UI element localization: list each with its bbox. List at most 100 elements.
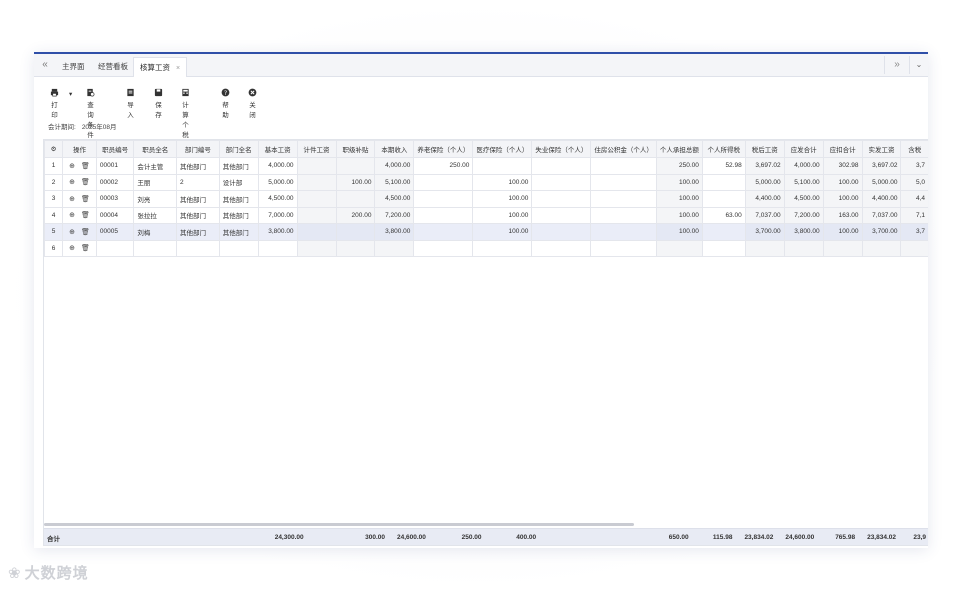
cell-dept-no[interactable]: 其他部门 (176, 206, 220, 224)
cell-actual[interactable] (861, 239, 902, 257)
cell-housing[interactable] (590, 223, 657, 241)
cell-tax[interactable] (701, 173, 746, 191)
cell-payable[interactable]: 7,200.00 (783, 206, 824, 224)
col-pension[interactable]: 养老保险（个人） (413, 140, 474, 158)
cell-allow[interactable]: 100.00 (335, 173, 376, 191)
col-tax-incl[interactable]: 含税 (900, 140, 928, 158)
cell-base[interactable] (257, 239, 298, 257)
cell-after-tax[interactable] (744, 239, 785, 257)
cell-housing[interactable] (590, 239, 657, 257)
cell-unemp[interactable] (531, 157, 592, 175)
delete-row-icon[interactable]: 🗑 (81, 162, 90, 170)
cell-income[interactable]: 4,500.00 (374, 190, 415, 208)
cell-emp-name[interactable]: 张拉拉 (133, 206, 178, 224)
add-row-icon[interactable]: ⊕ (69, 162, 75, 170)
settings-gear-icon[interactable]: ⚙ (44, 140, 64, 158)
cell-dept-no[interactable]: 其他部门 (176, 190, 220, 208)
cell-deduct[interactable]: 100.00 (822, 190, 863, 208)
cell-pension[interactable] (413, 239, 474, 257)
cell-allow[interactable] (335, 239, 376, 257)
cell-piece[interactable] (296, 190, 337, 208)
cell-emp-name[interactable] (133, 239, 178, 257)
cell-piece[interactable] (296, 157, 337, 175)
cell-base[interactable]: 5,000.00 (257, 173, 298, 191)
cell-personal-total[interactable]: 100.00 (655, 173, 703, 191)
cell-payable[interactable] (783, 239, 824, 257)
cell-medical[interactable] (472, 239, 533, 257)
col-payable[interactable]: 应发合计 (783, 140, 824, 158)
col-actual[interactable]: 实发工资 (861, 140, 902, 158)
cell-income[interactable] (374, 239, 415, 257)
col-income[interactable]: 本期收入 (374, 140, 415, 158)
cell-base[interactable]: 7,000.00 (257, 206, 298, 224)
cell-tax[interactable] (701, 239, 746, 257)
col-deduct[interactable]: 应扣合计 (822, 140, 863, 158)
cell-piece[interactable] (296, 239, 337, 257)
cell-payable[interactable]: 4,000.00 (783, 157, 824, 175)
cell-base[interactable]: 3,800.00 (257, 223, 298, 241)
cell-medical[interactable] (472, 157, 533, 175)
table-row[interactable]: 2 ⊕ 🗑 00002 王丽 2 设计部 5,000.00 100.00 5,100.00 100.… (44, 173, 928, 191)
cell-deduct[interactable]: 163.00 (822, 206, 863, 224)
cell-actual[interactable]: 5,000.00 (861, 173, 902, 191)
cell-piece[interactable] (296, 173, 337, 191)
cell-piece[interactable] (296, 223, 337, 241)
cell-personal-total[interactable]: 100.00 (655, 223, 703, 241)
delete-row-icon[interactable]: 🗑 (81, 211, 90, 219)
cell-housing[interactable] (590, 190, 657, 208)
cell-medical[interactable]: 100.00 (472, 206, 533, 224)
tab-home[interactable]: 主界面 (56, 57, 91, 76)
cell-allow[interactable] (335, 190, 376, 208)
cell-dept-name[interactable]: 设计部 (218, 173, 259, 191)
col-personal-total[interactable]: 个人承担总额 (655, 140, 703, 158)
col-tax[interactable]: 个人所得税 (701, 140, 746, 158)
add-row-icon[interactable]: ⊕ (69, 228, 75, 236)
cell-actual[interactable]: 7,037.00 (861, 206, 902, 224)
close-button[interactable]: 关闭 (248, 88, 257, 119)
cell-tax-incl[interactable]: 3,7 (900, 223, 928, 241)
query-button[interactable]: 查询条件 (86, 88, 95, 139)
cell-pension[interactable] (413, 190, 474, 208)
cell-dept-no[interactable] (176, 239, 220, 257)
col-allow[interactable]: 职级补贴 (335, 140, 376, 158)
cell-piece[interactable] (296, 206, 337, 224)
cell-deduct[interactable]: 100.00 (822, 173, 863, 191)
cell-emp-no[interactable]: 00002 (95, 173, 135, 191)
cell-tax-incl[interactable]: 5,0 (900, 173, 928, 191)
cell-pension[interactable] (413, 223, 474, 241)
cell-dept-no[interactable]: 2 (176, 173, 220, 191)
col-base[interactable]: 基本工资 (257, 140, 298, 158)
cell-payable[interactable]: 5,100.00 (783, 173, 824, 191)
cell-deduct[interactable]: 100.00 (822, 223, 863, 241)
cell-personal-total[interactable]: 250.00 (655, 157, 703, 175)
cell-tax-incl[interactable] (900, 239, 928, 257)
cell-dept-name[interactable] (218, 239, 259, 257)
cell-emp-name[interactable]: 刘亮 (133, 190, 178, 208)
cell-dept-no[interactable]: 其他部门 (176, 223, 220, 241)
cell-emp-name[interactable]: 刘梅 (133, 223, 178, 241)
cell-emp-no[interactable]: 00005 (95, 223, 135, 241)
cell-dept-name[interactable]: 其他部门 (218, 223, 259, 241)
cell-emp-no[interactable]: 00004 (95, 206, 135, 224)
cell-after-tax[interactable]: 4,400.00 (744, 190, 785, 208)
cell-medical[interactable]: 100.00 (472, 173, 533, 191)
save-button[interactable]: 保存 (154, 88, 163, 119)
cell-tax[interactable]: 63.00 (701, 206, 746, 224)
add-row-icon[interactable]: ⊕ (69, 211, 75, 219)
cell-tax[interactable]: 52.98 (701, 157, 746, 175)
col-emp-name[interactable]: 职员全名 (133, 140, 178, 158)
cell-emp-no[interactable]: 00001 (95, 157, 135, 175)
cell-after-tax[interactable]: 5,000.00 (744, 173, 785, 191)
add-row-icon[interactable]: ⊕ (69, 178, 75, 186)
cell-payable[interactable]: 3,800.00 (783, 223, 824, 241)
tab-scroll-right-icon[interactable]: » (884, 56, 910, 74)
col-medical[interactable]: 医疗保险（个人） (472, 140, 533, 158)
print-button[interactable]: 打印 (50, 88, 59, 119)
cell-actual[interactable]: 4,400.00 (861, 190, 902, 208)
cell-emp-no[interactable]: 00003 (95, 190, 135, 208)
col-piece[interactable]: 计件工资 (296, 140, 337, 158)
cell-allow[interactable] (335, 157, 376, 175)
cell-housing[interactable] (590, 157, 657, 175)
cell-dept-name[interactable]: 其他部门 (218, 190, 259, 208)
tab-payroll[interactable]: 核算工资 × (133, 57, 188, 77)
